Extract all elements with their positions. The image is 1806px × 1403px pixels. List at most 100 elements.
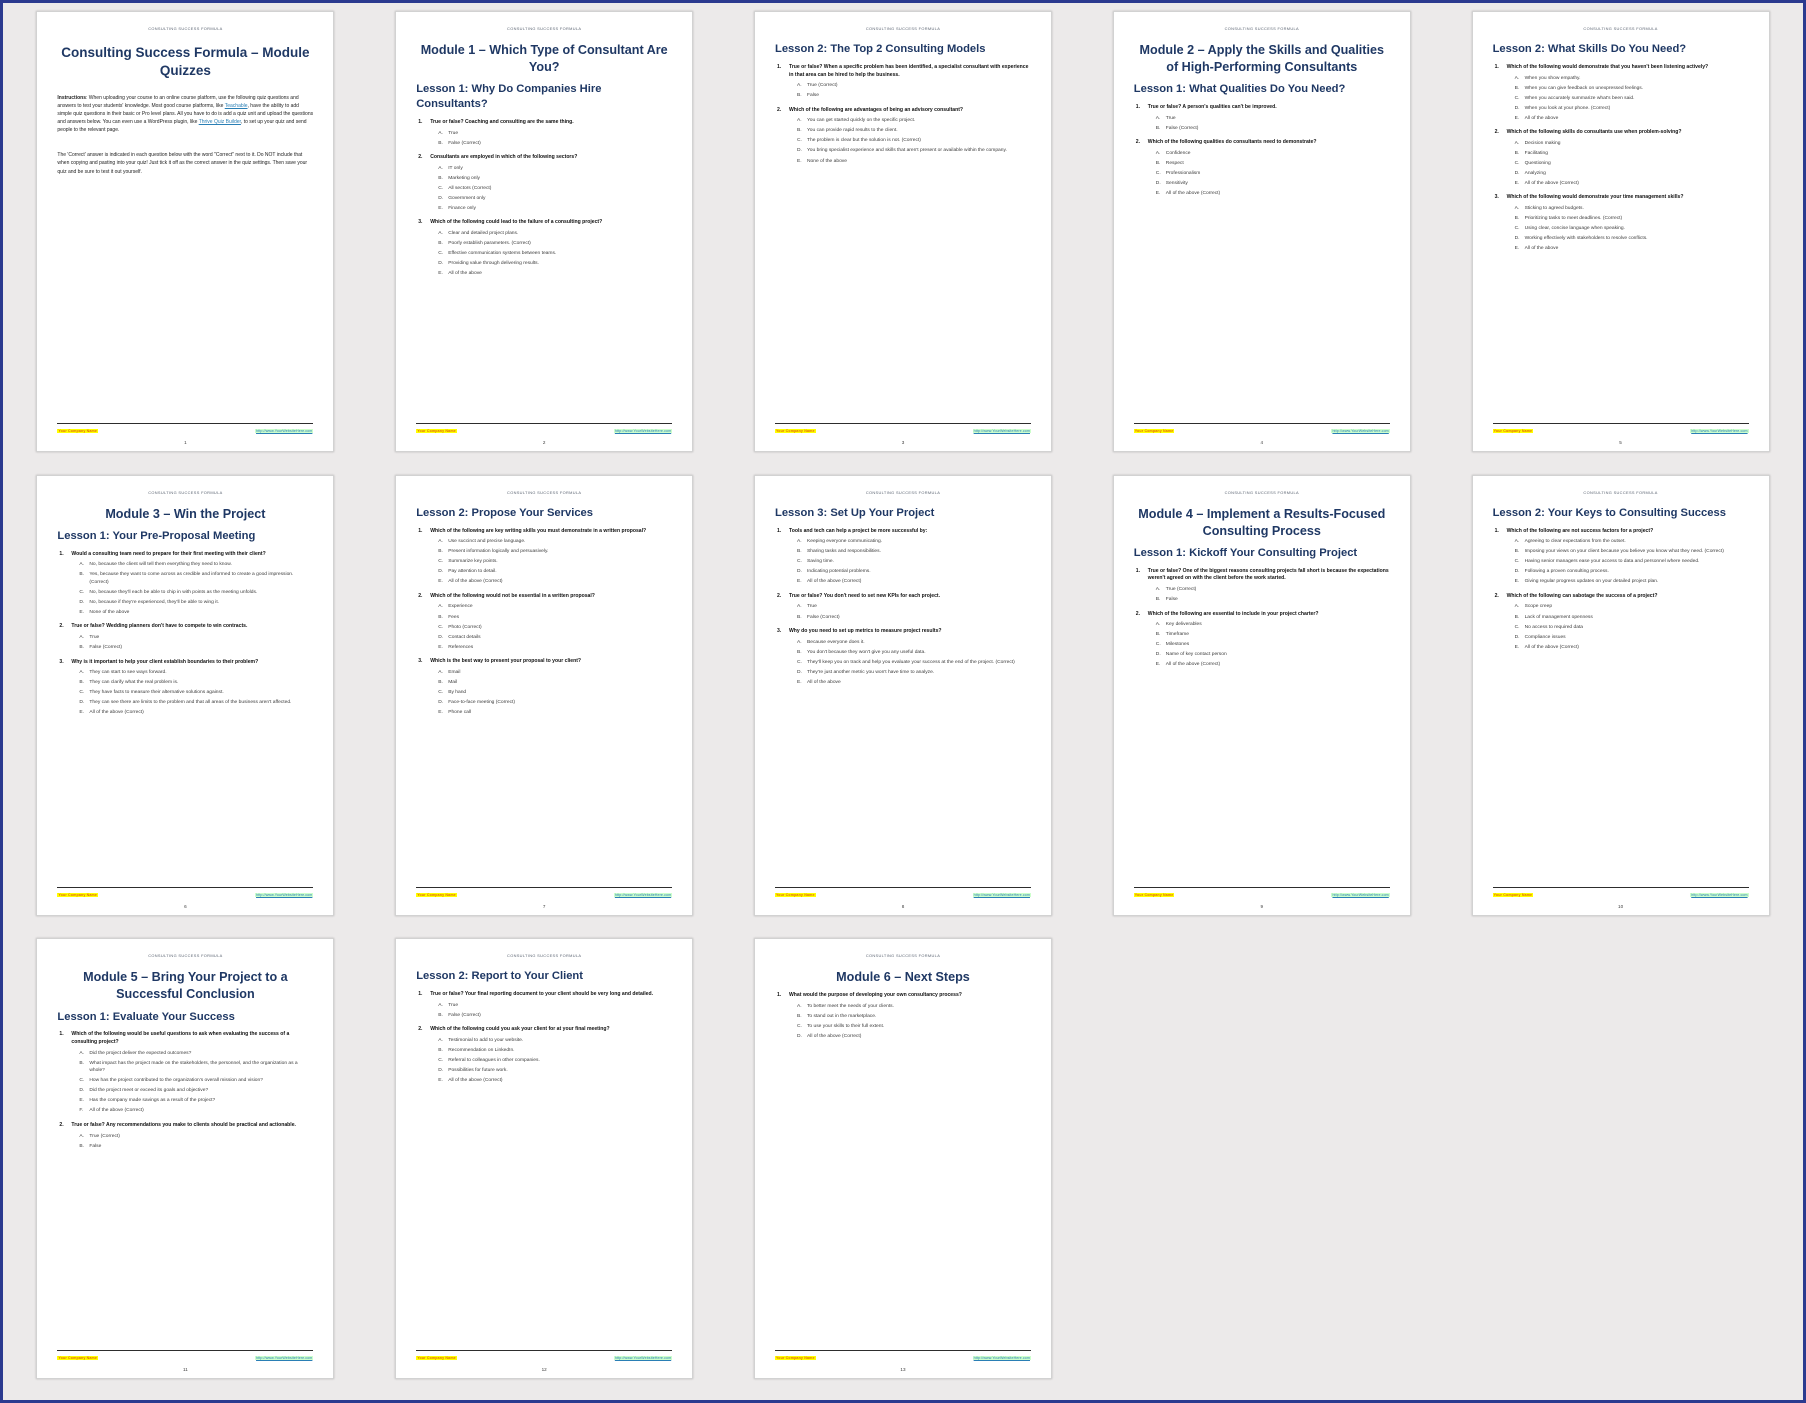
answer-option[interactable]: False (Correct): [79, 644, 313, 652]
answer-option[interactable]: Analyzing: [1515, 170, 1749, 178]
answer-option[interactable]: No, because they'll each be able to chip…: [79, 589, 313, 597]
answer-option[interactable]: Professionalism: [1156, 170, 1390, 178]
answer-option[interactable]: Present information logically and persua…: [438, 548, 672, 556]
answer-option[interactable]: False (Correct): [438, 140, 672, 148]
answer-option[interactable]: Testimonial to add to your website.: [438, 1037, 672, 1045]
answer-option[interactable]: Milestones: [1156, 641, 1390, 649]
answer-option[interactable]: Following a proven consulting process.: [1515, 568, 1749, 576]
answer-option[interactable]: Summarize key points.: [438, 558, 672, 566]
footer-website-link[interactable]: http://www.YourWebsiteHere.com: [1690, 429, 1749, 433]
footer-website-link[interactable]: http://www.YourWebsiteHere.com: [1331, 892, 1390, 897]
answer-option[interactable]: None of the above: [79, 609, 313, 617]
footer-website-link[interactable]: http://www.YourWebsiteHere.com: [1690, 892, 1749, 897]
answer-option[interactable]: All of the above: [797, 679, 1031, 687]
answer-option[interactable]: You bring specialist experience and skil…: [797, 147, 1031, 155]
answer-option[interactable]: All sectors (Correct): [438, 185, 672, 193]
answer-option[interactable]: Referral to colleagues in other companie…: [438, 1057, 672, 1065]
answer-option[interactable]: Marketing only: [438, 175, 672, 183]
answer-option[interactable]: Photo (Correct): [438, 624, 672, 632]
answer-option[interactable]: True: [438, 130, 672, 138]
answer-option[interactable]: Decision making: [1515, 140, 1749, 148]
answer-option[interactable]: False: [79, 1143, 313, 1151]
answer-option[interactable]: Because everyone does it.: [797, 639, 1031, 647]
answer-option[interactable]: Lack of management openness: [1515, 614, 1749, 622]
answer-option[interactable]: References: [438, 644, 672, 652]
answer-option[interactable]: They can clarify what the real problem i…: [79, 679, 313, 687]
answer-option[interactable]: Possibilities for future work.: [438, 1067, 672, 1075]
answer-option[interactable]: They'll keep you on track and help you e…: [797, 659, 1031, 667]
answer-option[interactable]: All of the above (Correct): [1156, 190, 1390, 198]
answer-option[interactable]: None of the above: [797, 158, 1031, 166]
answer-option[interactable]: Clear and detailed project plans.: [438, 230, 672, 238]
answer-option[interactable]: Contact details: [438, 634, 672, 642]
answer-option[interactable]: All of the above (Correct): [79, 709, 313, 717]
footer-website-link[interactable]: http://www.YourWebsiteHere.com: [255, 892, 314, 897]
page-sheet-5[interactable]: CONSULTING SUCCESS FORMULA Lesson 2: What…: [1471, 11, 1770, 452]
answer-option[interactable]: Face-to-face meeting (Correct): [438, 699, 672, 707]
answer-option[interactable]: To better meet the needs of your clients…: [797, 1003, 1031, 1011]
answer-option[interactable]: IT only: [438, 165, 672, 173]
answer-option[interactable]: Yes, because they want to come across as…: [79, 571, 313, 586]
page-sheet-10[interactable]: CONSULTING SUCCESS FORMULA Lesson 2: Your…: [1471, 474, 1770, 916]
answer-option[interactable]: Finance only: [438, 205, 672, 213]
footer-website-link[interactable]: http://www.YourWebsiteHere.com: [972, 1356, 1031, 1361]
answer-option[interactable]: Use succinct and precise language.: [438, 538, 672, 546]
answer-option[interactable]: All of the above: [1515, 115, 1749, 123]
answer-option[interactable]: Timeframe: [1156, 631, 1390, 639]
inline-link[interactable]: Thrive Quiz Builder: [199, 119, 241, 125]
answer-option[interactable]: Providing value through delivering resul…: [438, 260, 672, 268]
answer-option[interactable]: True: [1156, 115, 1390, 123]
answer-option[interactable]: Recommendation on LinkedIn.: [438, 1047, 672, 1055]
answer-option[interactable]: All of the above (Correct): [797, 578, 1031, 586]
answer-option[interactable]: Prioritizing tasks to meet deadlines. (C…: [1515, 215, 1749, 223]
answer-option[interactable]: Scope creep: [1515, 603, 1749, 611]
page-sheet-4[interactable]: CONSULTING SUCCESS FORMULA Module 2 – App…: [1112, 11, 1411, 452]
answer-option[interactable]: True (Correct): [79, 1133, 313, 1141]
answer-option[interactable]: All of the above (Correct): [438, 1077, 672, 1085]
answer-option[interactable]: To use your skills to their full extent.: [797, 1023, 1031, 1031]
page-sheet-12[interactable]: CONSULTING SUCCESS FORMULA Lesson 2: Repo…: [395, 938, 694, 1380]
answer-option[interactable]: Experience: [438, 603, 672, 611]
answer-option[interactable]: They can see there are limits to the pro…: [79, 699, 313, 707]
footer-website-link[interactable]: http://www.YourWebsiteHere.com: [255, 1356, 314, 1361]
answer-option[interactable]: Keeping everyone communicating.: [797, 538, 1031, 546]
footer-website-link[interactable]: http://www.YourWebsiteHere.com: [613, 429, 673, 433]
answer-option[interactable]: Did the project meet or exceed its goals…: [79, 1087, 313, 1095]
answer-option[interactable]: When you can give feedback on unexpresse…: [1515, 85, 1749, 93]
answer-option[interactable]: False (Correct): [797, 614, 1031, 622]
answer-option[interactable]: How has the project contributed to the o…: [79, 1077, 313, 1085]
footer-website-link[interactable]: http://www.YourWebsiteHere.com: [972, 429, 1031, 433]
page-sheet-13[interactable]: CONSULTING SUCCESS FORMULA Module 6 – Nex…: [753, 938, 1052, 1380]
answer-option[interactable]: Phone call: [438, 709, 672, 717]
answer-option[interactable]: Compliance issues: [1515, 634, 1749, 642]
answer-option[interactable]: Has the company made savings as a result…: [79, 1097, 313, 1105]
answer-option[interactable]: You can provide rapid results to the cli…: [797, 127, 1031, 135]
answer-option[interactable]: All of the above (Correct): [1515, 180, 1749, 188]
answer-option[interactable]: False: [797, 92, 1031, 100]
answer-option[interactable]: Fees: [438, 614, 672, 622]
page-sheet-1[interactable]: CONSULTING SUCCESS FORMULA Consulting Suc…: [36, 11, 335, 452]
answer-option[interactable]: When you accurately summarize what's bee…: [1515, 95, 1749, 103]
answer-option[interactable]: Email: [438, 669, 672, 677]
answer-option[interactable]: To stand out in the marketplace.: [797, 1013, 1031, 1021]
answer-option[interactable]: Imposing your views on your client becau…: [1515, 548, 1749, 556]
answer-option[interactable]: All of the above (Correct): [797, 1033, 1031, 1041]
answer-option[interactable]: True: [797, 603, 1031, 611]
answer-option[interactable]: They have facts to measure their alterna…: [79, 689, 313, 697]
answer-option[interactable]: Saving time.: [797, 558, 1031, 566]
answer-option[interactable]: Poorly establish parameters. (Correct): [438, 240, 672, 248]
footer-website-link[interactable]: http://www.YourWebsiteHere.com: [255, 429, 314, 433]
answer-option[interactable]: Respect: [1156, 160, 1390, 168]
answer-option[interactable]: Using clear, concise language when speak…: [1515, 225, 1749, 233]
answer-option[interactable]: Confidence: [1156, 150, 1390, 158]
answer-option[interactable]: All of the above: [438, 270, 672, 278]
answer-option[interactable]: Pay attention to detail.: [438, 568, 672, 576]
answer-option[interactable]: True: [79, 634, 313, 642]
answer-option[interactable]: Facilitating: [1515, 150, 1749, 158]
answer-option[interactable]: Name of key contact person: [1156, 651, 1390, 659]
answer-option[interactable]: False (Correct): [438, 1012, 672, 1020]
answer-option[interactable]: No, because if they're experienced, they…: [79, 599, 313, 607]
page-sheet-11[interactable]: CONSULTING SUCCESS FORMULA Module 5 – Bri…: [36, 938, 335, 1380]
inline-link[interactable]: Teachable: [225, 103, 248, 109]
answer-option[interactable]: Agreeing to clear expectations from the …: [1515, 538, 1749, 546]
